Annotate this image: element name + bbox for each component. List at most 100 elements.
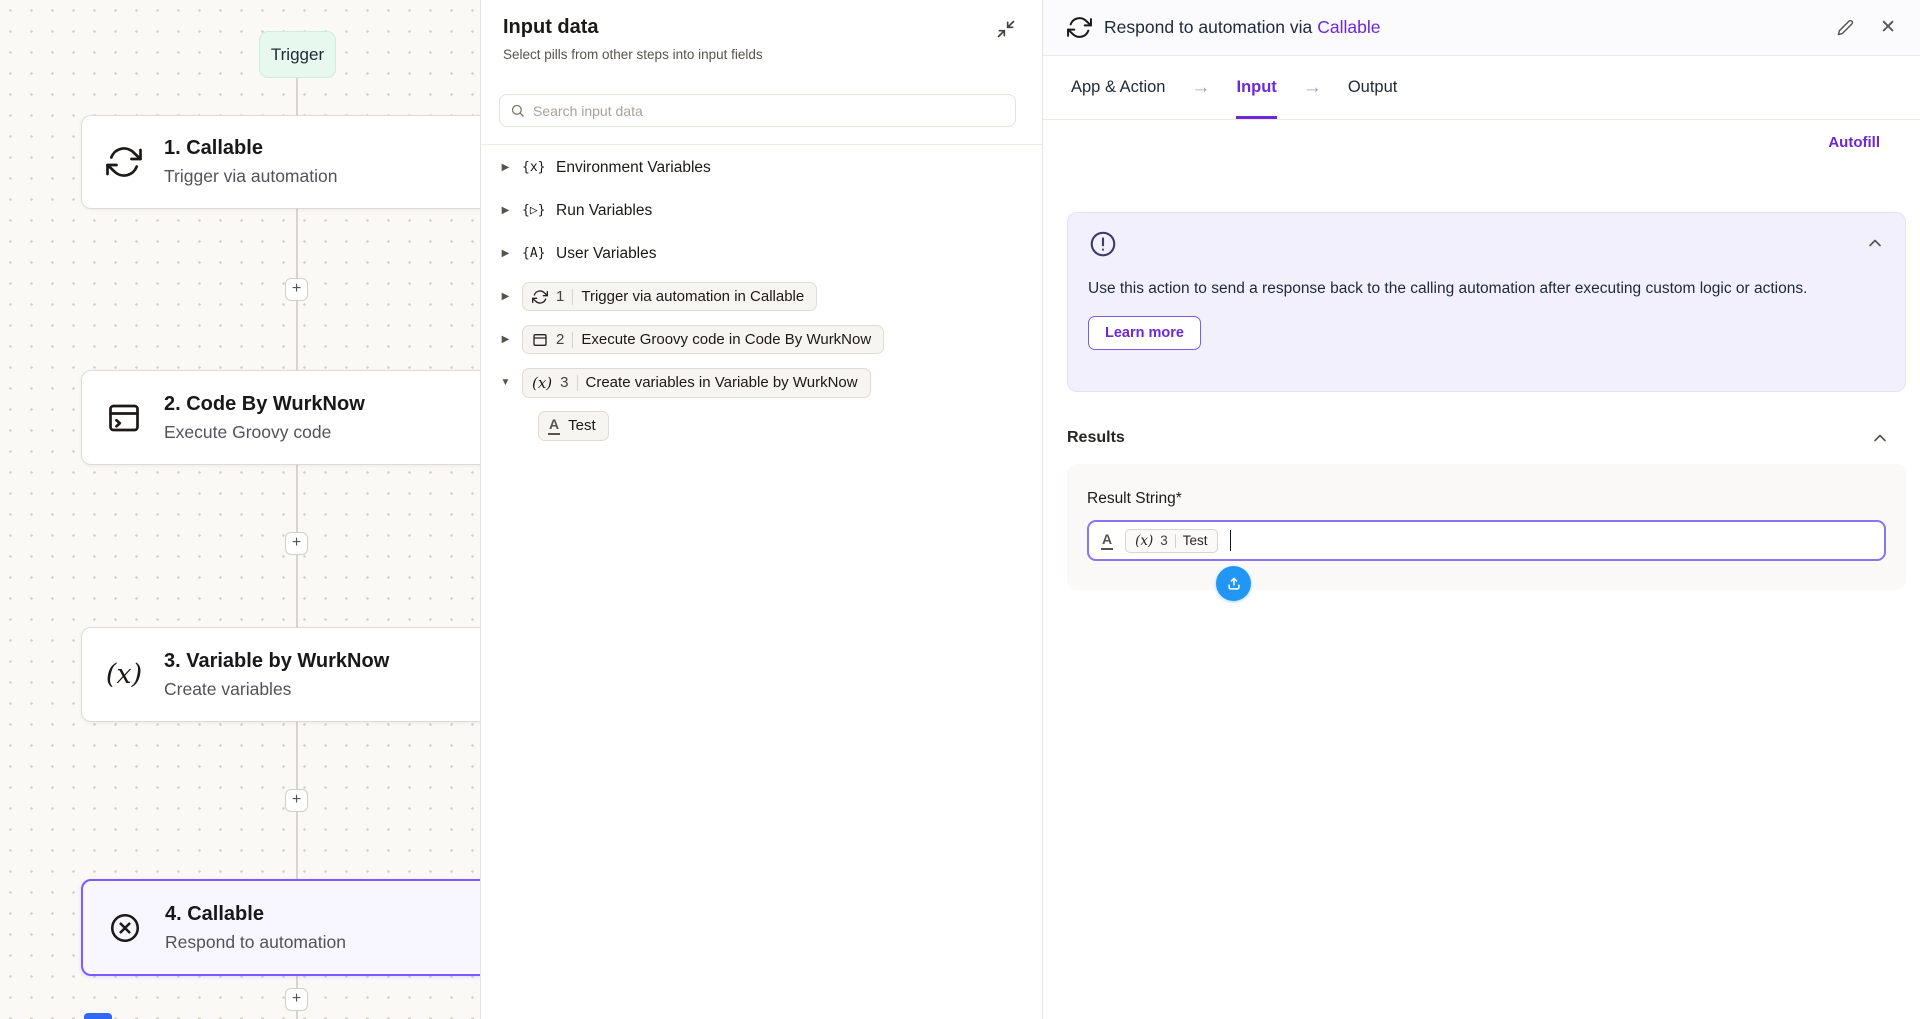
variable-pill[interactable]: A Test <box>538 411 609 441</box>
edit-icon[interactable] <box>1837 19 1854 36</box>
step-pill-label: Create variables in Variable by WurkNow <box>586 374 858 391</box>
braces-play-icon: {▷} <box>522 203 546 218</box>
config-header: Respond to automation viaCallable ✕ <box>1043 0 1920 56</box>
tree-item-step-1[interactable]: ▶ 1 Trigger via automation in Callable <box>481 275 1042 318</box>
step-subtitle: Execute Groovy code <box>164 422 365 443</box>
search-box[interactable] <box>499 94 1016 127</box>
step-title: 4. Callable <box>165 903 346 926</box>
step-title: 2. Code By WurkNow <box>164 393 365 416</box>
tree-item-label: User Variables <box>556 245 657 263</box>
autofill-row: Autofill <box>1043 120 1920 164</box>
step-text: 1. Callable Trigger via automation <box>164 137 337 187</box>
panel-title: Input data <box>503 14 1016 40</box>
add-step-button[interactable]: + <box>285 278 308 301</box>
step-number: 3 <box>560 374 568 391</box>
chevron-up-icon[interactable] <box>1870 428 1890 448</box>
canvas-controls-partial[interactable] <box>84 1013 112 1019</box>
step-text: 3. Variable by WurkNow Create variables <box>164 650 389 700</box>
step-config-panel: Respond to automation viaCallable ✕ App … <box>1042 0 1920 1019</box>
config-title-prefix: Respond to automation via <box>1104 17 1312 37</box>
step-subtitle: Respond to automation <box>165 932 346 953</box>
variable-icon: (x) <box>104 659 144 690</box>
tab-output[interactable]: Output <box>1348 56 1398 119</box>
variable-icon: (x) <box>532 374 552 392</box>
collapse-panel-icon[interactable] <box>996 18 1018 40</box>
step-subtitle: Create variables <box>164 679 389 700</box>
tab-app-action[interactable]: App & Action <box>1071 56 1165 119</box>
step-title: 1. Callable <box>164 137 337 160</box>
step-card-3[interactable]: (x) 3. Variable by WurkNow Create variab… <box>81 627 480 722</box>
circle-x-icon <box>105 911 145 945</box>
caret-right-icon[interactable]: ▶ <box>499 291 512 302</box>
caret-down-icon[interactable]: ▼ <box>499 377 512 388</box>
tree-item-environment-variables[interactable]: ▶ {x} Environment Variables <box>481 146 1042 189</box>
step-pill[interactable]: 2 Execute Groovy code in Code By WurkNow <box>522 325 884 354</box>
step-text: 4. Callable Respond to automation <box>165 903 346 953</box>
text-cursor <box>1230 530 1232 551</box>
learn-more-button[interactable]: Learn more <box>1088 316 1201 350</box>
divider <box>1175 534 1176 548</box>
step-subtitle: Trigger via automation <box>164 166 337 187</box>
braces-x-icon: {x} <box>522 160 546 175</box>
step-number: 3 <box>1160 533 1168 548</box>
add-step-button[interactable]: + <box>285 988 308 1011</box>
close-icon[interactable]: ✕ <box>1880 16 1896 39</box>
search-icon <box>510 103 525 118</box>
text-format-icon: A <box>548 417 560 435</box>
autofill-button[interactable]: Autofill <box>1828 134 1880 151</box>
trigger-badge[interactable]: Trigger <box>259 31 336 78</box>
alert-circle-icon <box>1088 229 1118 259</box>
sync-icon <box>104 144 144 180</box>
chevron-up-icon[interactable] <box>1865 233 1885 253</box>
tab-input[interactable]: Input <box>1236 56 1276 119</box>
search-input[interactable] <box>533 103 1005 119</box>
variable-pill-label: Test <box>568 417 596 434</box>
divider <box>577 375 578 391</box>
add-step-button[interactable]: + <box>285 532 308 555</box>
divider <box>572 332 573 348</box>
step-text: 2. Code By WurkNow Execute Groovy code <box>164 393 365 443</box>
tree-item-user-variables[interactable]: ▶ {A} User Variables <box>481 232 1042 275</box>
sync-icon <box>532 289 548 305</box>
step-pill-label: Execute Groovy code in Code By WurkNow <box>581 331 871 348</box>
step-title: 3. Variable by WurkNow <box>164 650 389 673</box>
step-pill[interactable]: (x) 3 Create variables in Variable by Wu… <box>522 368 871 398</box>
tree-item-test-variable[interactable]: A Test <box>481 404 1042 447</box>
arrow-right-icon: → <box>1303 56 1322 119</box>
panel-subtitle: Select pills from other steps into input… <box>503 46 1016 64</box>
divider <box>572 289 573 305</box>
add-step-button[interactable]: + <box>285 789 308 812</box>
results-section-title: Results <box>1067 429 1125 447</box>
tree-item-step-3-expanded[interactable]: ▼ (x) 3 Create variables in Variable by … <box>481 361 1042 404</box>
step-card-1[interactable]: 1. Callable Trigger via automation <box>81 115 480 209</box>
submit-button[interactable] <box>1216 566 1251 601</box>
config-tabs: App & Action → Input → Output <box>1043 56 1920 120</box>
code-app-icon <box>532 332 548 348</box>
step-pill[interactable]: 1 Trigger via automation in Callable <box>522 282 817 311</box>
config-title: Respond to automation viaCallable <box>1104 17 1380 38</box>
tree-item-run-variables[interactable]: ▶ {▷} Run Variables <box>481 189 1042 232</box>
caret-right-icon[interactable]: ▶ <box>499 334 512 345</box>
caret-right-icon[interactable]: ▶ <box>499 205 512 216</box>
text-format-icon[interactable]: A <box>1101 532 1113 550</box>
step-card-2[interactable]: 2. Code By WurkNow Execute Groovy code <box>81 370 480 465</box>
automation-builder-app: Trigger 1. Callable Trigger via automati… <box>0 0 1920 1019</box>
info-text: Use this action to send a response back … <box>1088 278 1818 300</box>
arrow-right-icon: → <box>1191 56 1210 119</box>
action-info-box: Use this action to send a response back … <box>1067 212 1906 392</box>
input-data-tree: ▶ {x} Environment Variables ▶ {▷} Run Va… <box>481 145 1042 447</box>
step-number: 1 <box>556 288 564 305</box>
trigger-badge-label: Trigger <box>271 45 324 65</box>
variable-pill[interactable]: (x) 3 Test <box>1125 529 1217 553</box>
tree-item-label: Environment Variables <box>556 159 711 177</box>
code-app-icon <box>104 400 144 436</box>
caret-right-icon[interactable]: ▶ <box>499 162 512 173</box>
workflow-canvas[interactable]: Trigger 1. Callable Trigger via automati… <box>0 0 480 1019</box>
step-card-4-selected[interactable]: 4. Callable Respond to automation <box>81 879 480 976</box>
tree-item-step-2[interactable]: ▶ 2 Execute Groovy code in Code By WurkN… <box>481 318 1042 361</box>
result-string-input[interactable]: A (x) 3 Test <box>1087 520 1886 561</box>
caret-right-icon[interactable]: ▶ <box>499 248 512 259</box>
variable-pill-label: Test <box>1183 533 1208 548</box>
app-name-link[interactable]: Callable <box>1317 17 1380 37</box>
header-actions: ✕ <box>1837 16 1896 39</box>
